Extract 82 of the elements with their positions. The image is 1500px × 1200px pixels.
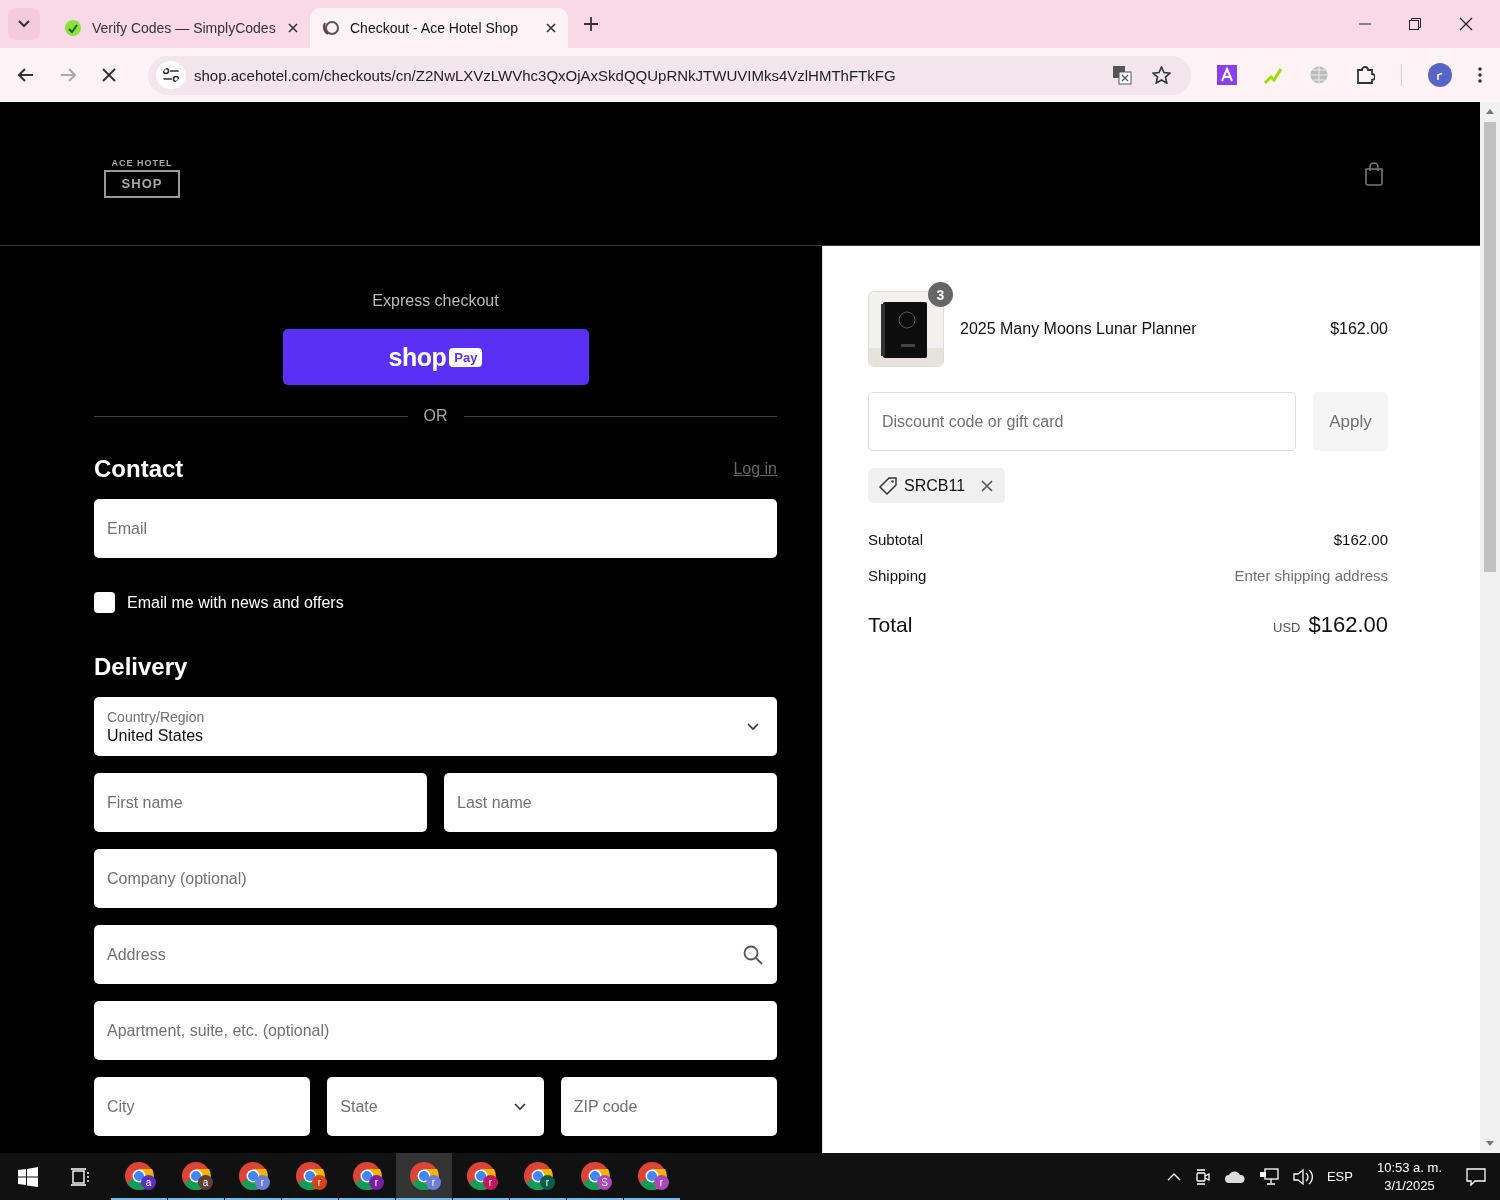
log-in-link[interactable]: Log in bbox=[733, 460, 777, 478]
newsletter-label: Email me with news and offers bbox=[127, 593, 344, 612]
taskbar-browser-button[interactable]: r bbox=[339, 1153, 395, 1200]
scroll-down-icon[interactable] bbox=[1486, 1141, 1494, 1147]
tab-search-button[interactable] bbox=[8, 8, 40, 40]
cloud-icon[interactable] bbox=[1224, 1170, 1245, 1183]
bag-icon[interactable] bbox=[1364, 161, 1384, 186]
section-heading: Contact bbox=[94, 455, 184, 483]
profile-avatar-icon[interactable] bbox=[1428, 63, 1452, 87]
product-name: 2025 Many Moons Lunar Planner bbox=[960, 320, 1198, 338]
taskbar-browser-button[interactable]: r bbox=[510, 1153, 566, 1200]
site-settings-icon[interactable] bbox=[156, 61, 186, 89]
menu-icon[interactable] bbox=[1478, 67, 1482, 83]
taskbar-browser-button[interactable]: r bbox=[453, 1153, 509, 1200]
chevron-icon bbox=[513, 1102, 526, 1111]
taskbar-browser-button[interactable]: r bbox=[624, 1153, 680, 1200]
chevron-icon bbox=[747, 722, 759, 731]
back-icon[interactable] bbox=[18, 68, 34, 82]
taskbar-browser-button[interactable]: r bbox=[396, 1153, 452, 1200]
scrollbar[interactable] bbox=[1480, 102, 1500, 1153]
taskbar-browser-button[interactable]: a bbox=[168, 1153, 224, 1200]
input-field[interactable]: First name bbox=[94, 773, 427, 832]
favicon-icon bbox=[64, 19, 82, 37]
taskbar-browser-button[interactable]: r bbox=[282, 1153, 338, 1200]
express-checkout-title: Express checkout bbox=[372, 292, 499, 310]
chevron-up-icon[interactable] bbox=[1166, 1172, 1181, 1181]
total-label: Total bbox=[868, 613, 913, 637]
email-field[interactable]: Email bbox=[94, 499, 777, 558]
country-select[interactable]: Country/Region United States bbox=[94, 697, 777, 756]
input-field[interactable]: City bbox=[94, 1077, 311, 1136]
close-icon[interactable] bbox=[546, 23, 556, 33]
summary-value: $162.00 bbox=[1333, 531, 1388, 548]
section-heading: Delivery bbox=[94, 653, 189, 681]
apply-button[interactable]: Apply bbox=[1313, 392, 1388, 451]
taskbar-browser-button[interactable]: r bbox=[225, 1153, 281, 1200]
close-icon[interactable] bbox=[288, 23, 298, 33]
translate-icon[interactable] bbox=[1112, 65, 1132, 85]
summary-value: Enter shipping address bbox=[1234, 567, 1388, 584]
product-price: $162.00 bbox=[1330, 320, 1388, 338]
input-field[interactable]: Apartment, suite, etc. (optional) bbox=[94, 1001, 777, 1060]
state-select[interactable]: State bbox=[327, 1077, 544, 1136]
scroll-up-icon[interactable] bbox=[1486, 108, 1494, 114]
input-field[interactable]: Last name bbox=[444, 773, 777, 832]
extension-icon[interactable] bbox=[1217, 65, 1237, 85]
clock-date[interactable]: 3/1/2025 bbox=[1384, 1178, 1435, 1193]
caret-icon bbox=[18, 20, 30, 28]
meet-icon[interactable] bbox=[1194, 1167, 1211, 1186]
taskbar-browser-button[interactable]: a bbox=[111, 1153, 167, 1200]
puzzle-icon[interactable] bbox=[1355, 65, 1375, 85]
clock-time[interactable]: 10:53 a. m. bbox=[1376, 1160, 1442, 1175]
address-bar[interactable]: shop.acehotel.com/checkouts/cn/Z2NwLXVzLWVhc3QxOjAxSkdQQUpRNkJTWUVIMks4VzlHMThFTkFG bbox=[148, 55, 1191, 95]
shop-pay-button[interactable]: shop Pay bbox=[282, 329, 589, 385]
or-divider-text: OR bbox=[423, 407, 448, 425]
windows-start-icon[interactable] bbox=[18, 1166, 38, 1187]
task-view-icon[interactable] bbox=[70, 1166, 90, 1187]
globe-icon bbox=[322, 19, 340, 37]
close-icon[interactable] bbox=[1459, 17, 1473, 31]
currency-code: USD bbox=[1273, 620, 1301, 635]
browser-tab[interactable]: Checkout - Ace Hotel Shop bbox=[310, 8, 568, 48]
search-icon[interactable] bbox=[743, 945, 763, 965]
total-amount: $162.00 bbox=[1308, 612, 1388, 638]
input-field[interactable]: ZIP code bbox=[560, 1077, 777, 1136]
address-field[interactable]: Address bbox=[94, 925, 777, 984]
volume-icon[interactable] bbox=[1292, 1167, 1313, 1186]
input-field[interactable]: Company (optional) bbox=[94, 849, 777, 908]
restore-icon[interactable] bbox=[1409, 18, 1421, 30]
browser-tab[interactable]: Verify Codes — SimplyCodes bbox=[52, 8, 310, 48]
newsletter-checkbox[interactable] bbox=[94, 592, 115, 613]
stop-icon[interactable] bbox=[102, 68, 116, 82]
star-icon[interactable] bbox=[1152, 66, 1171, 84]
network-icon[interactable] bbox=[1258, 1167, 1279, 1186]
quantity-badge: 3 bbox=[928, 282, 953, 307]
discount-field[interactable]: Discount code or gift card bbox=[868, 392, 1296, 451]
notifications-icon[interactable] bbox=[1466, 1167, 1486, 1186]
tag-icon bbox=[878, 475, 898, 496]
remove-icon[interactable] bbox=[981, 479, 994, 492]
summary-label: Subtotal bbox=[868, 531, 924, 548]
taskbar-browser-button[interactable]: S bbox=[567, 1153, 623, 1200]
new-tab-icon[interactable] bbox=[584, 17, 598, 31]
discount-code: SRCB11 bbox=[904, 476, 966, 495]
language-indicator[interactable]: ESP bbox=[1326, 1169, 1353, 1184]
summary-label: Shipping bbox=[868, 567, 927, 584]
